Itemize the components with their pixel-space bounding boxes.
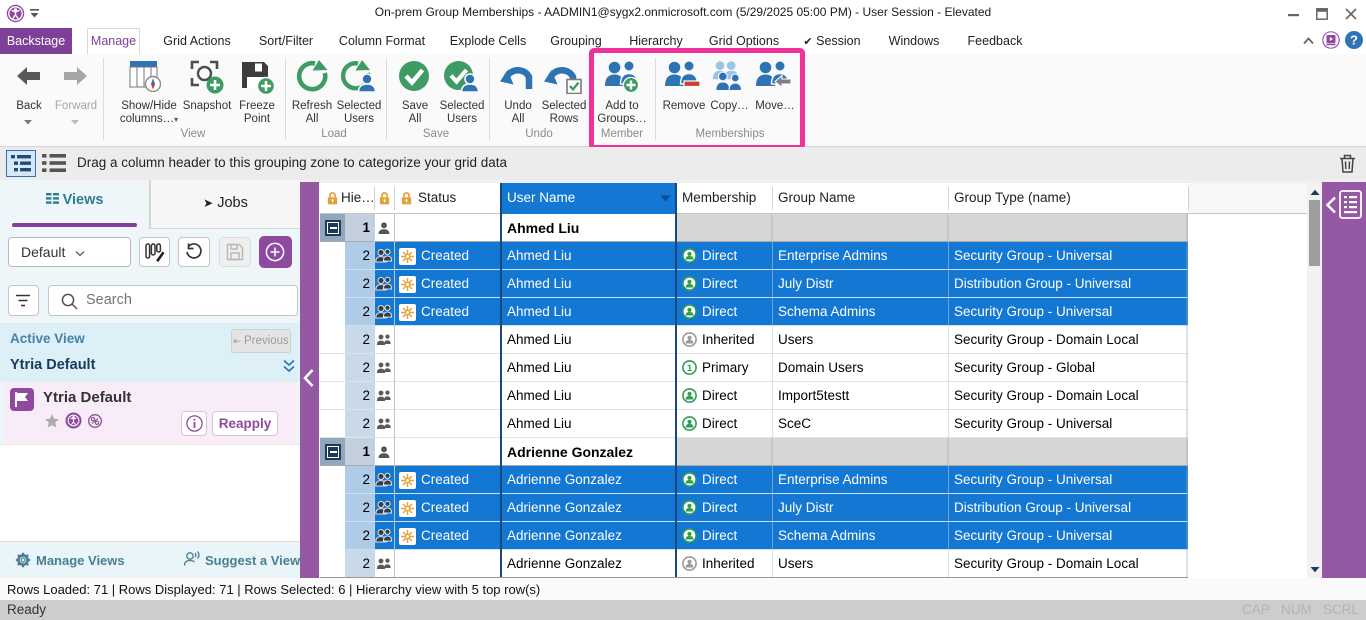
svg-text:?: ?: [1350, 33, 1358, 48]
svg-text:1: 1: [687, 363, 693, 374]
